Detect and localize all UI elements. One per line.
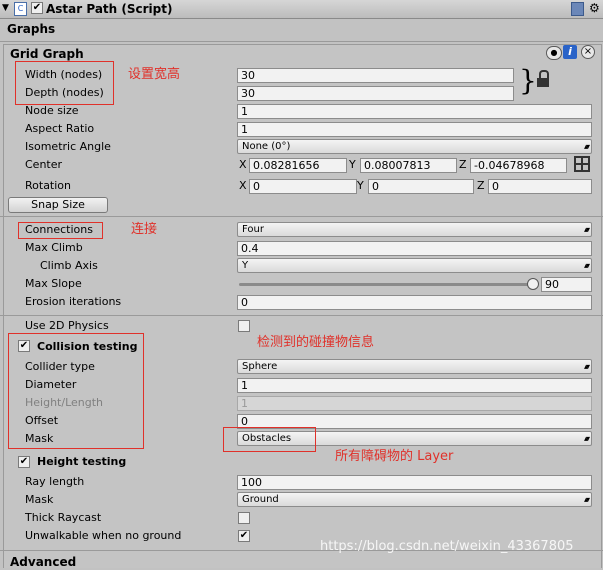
advanced-section-title[interactable]: Advanced xyxy=(10,554,76,570)
thick-raycast-checkbox[interactable] xyxy=(238,512,250,524)
lock-icon[interactable] xyxy=(537,70,549,88)
climb-axis-label: Climb Axis xyxy=(40,259,98,272)
dropdown-arrow-icon: ▴▾ xyxy=(583,261,590,270)
collider-type-dropdown[interactable]: Sphere ▴▾ xyxy=(237,359,592,374)
help-book-icon[interactable] xyxy=(571,2,584,16)
max-slope-input[interactable]: 90 xyxy=(541,277,592,292)
annotation-box-size xyxy=(15,61,114,105)
isometric-angle-value: None (0°) xyxy=(242,141,291,152)
component-title: Astar Path (Script) xyxy=(46,2,173,16)
annotation-connections-note: 连接 xyxy=(131,222,158,237)
height-mask-value: Ground xyxy=(242,494,279,505)
dropdown-arrow-icon: ▴▾ xyxy=(583,434,590,443)
climb-axis-value: Y xyxy=(242,260,249,271)
collider-type-value: Sphere xyxy=(242,361,278,372)
rotation-y-axis-label: Y xyxy=(357,179,364,192)
dropdown-arrow-icon: ▴▾ xyxy=(583,225,590,234)
annotation-box-mask xyxy=(223,427,316,452)
height-mask-label: Mask xyxy=(25,493,54,506)
graphs-section-title: Graphs xyxy=(7,22,56,36)
aspect-ratio-input[interactable]: 1 xyxy=(237,122,592,137)
unwalkable-label: Unwalkable when no ground xyxy=(25,529,182,542)
annotation-size-note: 设置宽高 xyxy=(128,67,181,82)
rotation-label: Rotation xyxy=(25,179,72,192)
climb-axis-dropdown[interactable]: Y ▴▾ xyxy=(237,258,592,273)
script-icon: C xyxy=(14,2,27,16)
connections-value: Four xyxy=(242,224,264,235)
divider xyxy=(0,41,603,42)
use-2d-physics-label: Use 2D Physics xyxy=(25,319,109,332)
close-icon[interactable]: × xyxy=(581,45,595,59)
foldout-arrow-icon[interactable]: ▼ xyxy=(2,3,9,13)
annotation-layer-note: 所有障碍物的 Layer xyxy=(335,449,454,464)
ray-length-label: Ray length xyxy=(25,475,85,488)
divider xyxy=(0,315,603,316)
unwalkable-checkbox[interactable]: ✔ xyxy=(238,530,250,542)
eye-icon[interactable]: ● xyxy=(546,46,562,60)
erosion-iterations-input[interactable]: 0 xyxy=(237,295,592,310)
dropdown-arrow-icon: ▴▾ xyxy=(583,142,590,151)
max-slope-slider-thumb[interactable] xyxy=(527,278,539,290)
annotation-box-connections xyxy=(18,222,103,239)
depth-input[interactable]: 30 xyxy=(237,86,514,101)
rotation-z-input[interactable]: 0 xyxy=(488,179,592,194)
height-mask-dropdown[interactable]: Ground ▴▾ xyxy=(237,492,592,507)
rotation-x-input[interactable]: 0 xyxy=(249,179,357,194)
max-slope-slider-track[interactable] xyxy=(239,283,533,286)
height-testing-title: Height testing xyxy=(37,455,127,468)
divider xyxy=(0,216,603,217)
settings-gear-icon[interactable]: ⚙ xyxy=(589,0,600,16)
info-icon[interactable]: i xyxy=(563,45,577,59)
rotation-z-axis-label: Z xyxy=(477,179,485,192)
watermark: https://blog.csdn.net/weixin_43367805 xyxy=(320,539,574,554)
isometric-angle-label: Isometric Angle xyxy=(25,140,111,153)
max-climb-label: Max Climb xyxy=(25,241,83,254)
thick-raycast-label: Thick Raycast xyxy=(25,511,102,524)
diameter-input[interactable]: 1 xyxy=(237,378,592,393)
center-label: Center xyxy=(25,158,63,171)
center-y-axis-label: Y xyxy=(349,158,356,171)
use-2d-physics-checkbox[interactable] xyxy=(238,320,250,332)
dropdown-arrow-icon: ▴▾ xyxy=(583,495,590,504)
ray-length-input[interactable]: 100 xyxy=(237,475,592,490)
aspect-ratio-label: Aspect Ratio xyxy=(25,122,95,135)
isometric-angle-dropdown[interactable]: None (0°) ▴▾ xyxy=(237,139,592,154)
height-testing-checkbox[interactable]: ✔ xyxy=(18,456,30,468)
center-z-input[interactable]: -0.04678968 xyxy=(470,158,567,173)
height-length-input: 1 xyxy=(237,396,592,411)
center-x-input[interactable]: 0.08281656 xyxy=(249,158,347,173)
rotation-y-input[interactable]: 0 xyxy=(368,179,474,194)
max-slope-label: Max Slope xyxy=(25,277,82,290)
node-size-input[interactable]: 1 xyxy=(237,104,592,119)
max-climb-input[interactable]: 0.4 xyxy=(237,241,592,256)
component-enabled-checkbox[interactable]: ✔ xyxy=(31,2,43,14)
annotation-collision-note: 检测到的碰撞物信息 xyxy=(257,335,375,350)
annotation-box-collision xyxy=(8,333,144,449)
dropdown-arrow-icon: ▴▾ xyxy=(583,362,590,371)
erosion-iterations-label: Erosion iterations xyxy=(25,295,122,308)
center-x-axis-label: X xyxy=(239,158,247,171)
grid-graph-title: Grid Graph xyxy=(10,47,84,61)
snap-size-button[interactable]: Snap Size xyxy=(8,197,108,213)
snap-size-button-label: Snap Size xyxy=(31,198,85,211)
connections-dropdown[interactable]: Four ▴▾ xyxy=(237,222,592,237)
node-size-label: Node size xyxy=(25,104,79,117)
rotation-x-axis-label: X xyxy=(239,179,247,192)
center-y-input[interactable]: 0.08007813 xyxy=(360,158,457,173)
center-z-axis-label: Z xyxy=(459,158,467,171)
pivot-selector-icon[interactable] xyxy=(574,156,590,172)
width-input[interactable]: 30 xyxy=(237,68,514,83)
curly-brace-icon: } xyxy=(519,64,537,97)
